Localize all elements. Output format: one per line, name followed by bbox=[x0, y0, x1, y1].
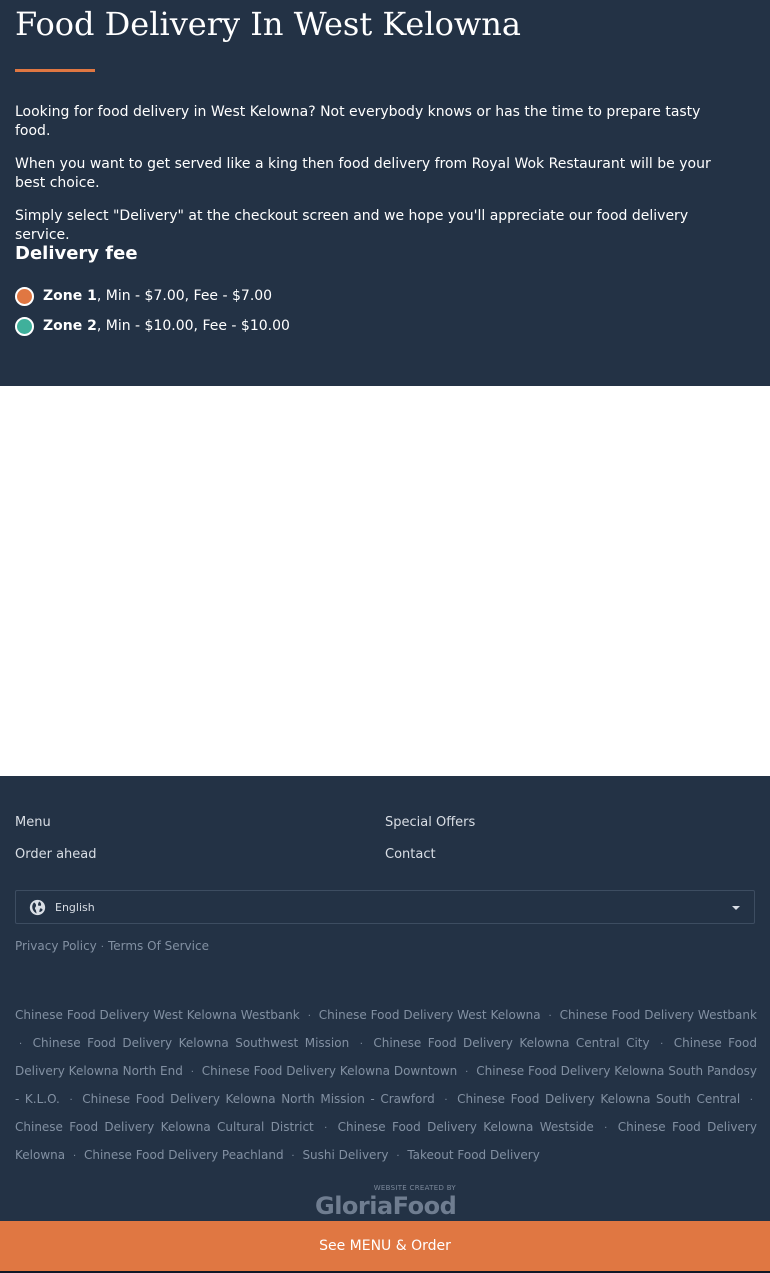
zone-2-color-dot bbox=[15, 316, 34, 336]
seo-separator: · bbox=[291, 1151, 295, 1162]
zone-2-name: Zone 2 bbox=[43, 318, 97, 334]
zone-2-text: Zone 2, Min - $10.00, Fee - $10.00 bbox=[43, 318, 290, 334]
intro-paragraph-3: Simply select "Delivery" at the checkout… bbox=[15, 208, 689, 243]
gloriafood-logo: GloriaFood bbox=[315, 1192, 457, 1220]
seo-link[interactable]: Takeout Food Delivery bbox=[407, 1148, 539, 1162]
seo-link[interactable]: Chinese Food Delivery Kelowna North Miss… bbox=[82, 1092, 434, 1106]
see-menu-order-button[interactable]: See MENU & Order bbox=[0, 1221, 770, 1271]
seo-link[interactable]: Chinese Food Delivery Kelowna South Cent… bbox=[457, 1092, 740, 1106]
seo-link[interactable]: Chinese Food Delivery Kelowna Downtown bbox=[202, 1064, 458, 1078]
delivery-zones-list: Zone 1, Min - $7.00, Fee - $7.00 Zone 2,… bbox=[15, 285, 290, 345]
seo-separator: · bbox=[324, 1123, 328, 1134]
footer-link-order-ahead[interactable]: Order ahead bbox=[15, 846, 385, 864]
seo-links: Chinese Food Delivery West Kelowna Westb… bbox=[15, 1002, 757, 1170]
footer-link-special-offers[interactable]: Special Offers bbox=[385, 814, 755, 832]
seo-separator: · bbox=[69, 1095, 73, 1106]
legal-links: Privacy Policy · Terms Of Service bbox=[15, 939, 209, 953]
page-title: Food Delivery In West Kelowna bbox=[15, 5, 521, 43]
zone-1-details: , Min - $7.00, Fee - $7.00 bbox=[96, 288, 273, 304]
seo-link[interactable]: Chinese Food Delivery Kelowna Cultural D… bbox=[15, 1120, 314, 1134]
seo-separator: · bbox=[444, 1095, 448, 1106]
zone-item-2: Zone 2, Min - $10.00, Fee - $10.00 bbox=[15, 315, 290, 337]
seo-separator: · bbox=[396, 1151, 400, 1162]
zone-1-color-dot bbox=[15, 286, 34, 306]
delivery-fee-heading: Delivery fee bbox=[15, 243, 138, 264]
delivery-info-section: Food Delivery In West Kelowna Looking fo… bbox=[0, 0, 770, 386]
seo-separator: · bbox=[749, 1095, 753, 1106]
seo-separator: · bbox=[72, 1151, 77, 1162]
seo-link[interactable]: Chinese Food Delivery Westbank bbox=[560, 1008, 757, 1022]
seo-separator: · bbox=[465, 1067, 469, 1078]
footer-nav: Menu Special Offers Order ahead Contact bbox=[15, 814, 755, 864]
delivery-zone-map[interactable] bbox=[0, 386, 770, 776]
zone-2-details: , Min - $10.00, Fee - $10.00 bbox=[96, 318, 290, 334]
seo-separator: · bbox=[604, 1123, 608, 1134]
intro-paragraph-1: Looking for food delivery in West Kelown… bbox=[15, 104, 701, 139]
seo-separator: · bbox=[359, 1039, 363, 1050]
chevron-down-icon bbox=[732, 906, 740, 910]
seo-separator: · bbox=[307, 1011, 311, 1022]
globe-icon bbox=[29, 899, 46, 915]
terms-of-service-link[interactable]: Terms Of Service bbox=[108, 939, 209, 953]
seo-separator: · bbox=[19, 1039, 23, 1050]
seo-link[interactable]: Chinese Food Delivery Kelowna Central Ci… bbox=[373, 1036, 649, 1050]
seo-link[interactable]: Sushi Delivery bbox=[302, 1148, 388, 1162]
zone-item-1: Zone 1, Min - $7.00, Fee - $7.00 bbox=[15, 285, 290, 307]
footer-link-menu[interactable]: Menu bbox=[15, 814, 385, 832]
legal-separator: · bbox=[100, 942, 104, 953]
zone-1-text: Zone 1, Min - $7.00, Fee - $7.00 bbox=[43, 288, 272, 304]
language-select[interactable]: English bbox=[15, 890, 755, 924]
intro-paragraph-2: When you want to get served like a king … bbox=[15, 156, 711, 191]
privacy-policy-link[interactable]: Privacy Policy bbox=[15, 939, 97, 953]
seo-separator: · bbox=[548, 1011, 552, 1022]
seo-link[interactable]: Chinese Food Delivery West Kelowna bbox=[319, 1008, 541, 1022]
title-divider bbox=[15, 69, 95, 72]
seo-link[interactable]: Chinese Food Delivery Kelowna Southwest … bbox=[33, 1036, 350, 1050]
gloriafood-credit[interactable]: WEBSITE CREATED BY GloriaFood bbox=[315, 1184, 457, 1224]
seo-separator: · bbox=[660, 1039, 664, 1050]
footer: Menu Special Offers Order ahead Contact … bbox=[0, 776, 770, 1221]
intro-text: Looking for food delivery in West Kelown… bbox=[15, 103, 722, 259]
seo-separator: · bbox=[190, 1067, 194, 1078]
footer-link-contact[interactable]: Contact bbox=[385, 846, 755, 864]
credit-caption: WEBSITE CREATED BY bbox=[373, 1184, 456, 1192]
zone-1-name: Zone 1 bbox=[43, 288, 97, 304]
seo-link[interactable]: Chinese Food Delivery West Kelowna Westb… bbox=[15, 1008, 300, 1022]
seo-link[interactable]: Chinese Food Delivery Kelowna Westside bbox=[338, 1120, 594, 1134]
language-selected: English bbox=[55, 900, 95, 914]
seo-link[interactable]: Chinese Food Delivery Peachland bbox=[84, 1148, 284, 1162]
